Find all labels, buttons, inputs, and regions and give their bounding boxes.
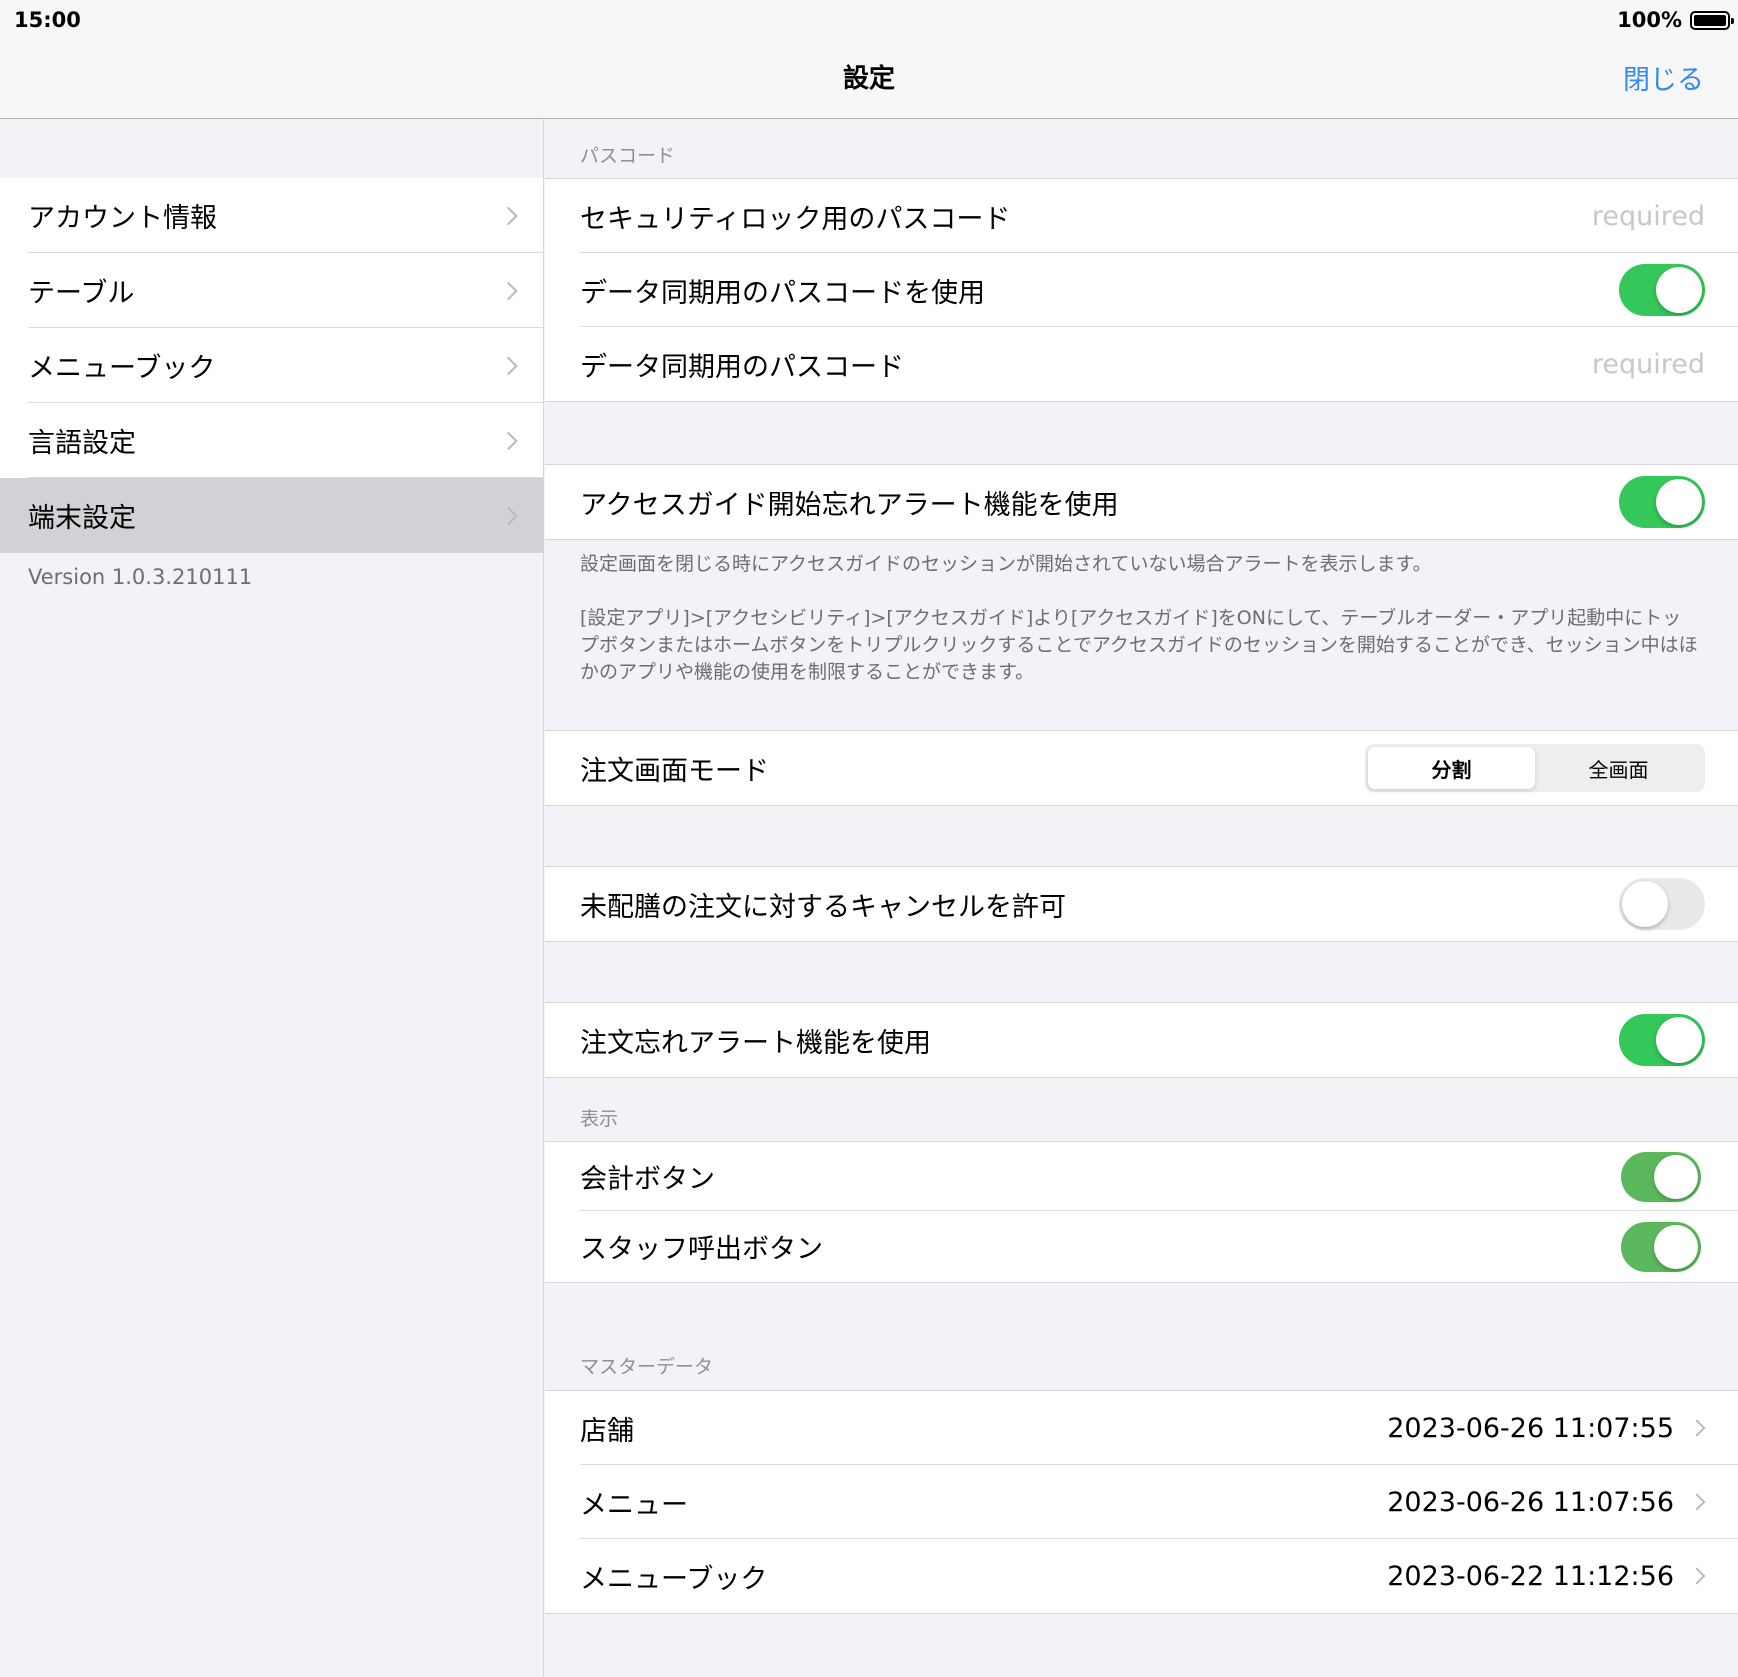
section-header-display: 表示 [580, 1108, 619, 1130]
version-label: Version 1.0.3.210111 [28, 565, 253, 589]
sidebar-item-account[interactable]: アカウント情報 [0, 178, 543, 253]
checkout-button-toggle[interactable] [1621, 1151, 1701, 1202]
row-label: 未配膳の注文に対するキャンセルを許可 [580, 891, 1066, 923]
sidebar-item-menubook[interactable]: メニューブック [0, 328, 543, 403]
access-guide-alert-toggle[interactable] [1619, 476, 1705, 528]
sidebar-list: アカウント情報 テーブル メニューブック 言語設定 端末設定 [0, 178, 543, 553]
navigation-bar: 15:00 100% 設定 閉じる [0, 0, 1738, 119]
sync-passcode-value: required [1591, 348, 1705, 380]
segment-fullscreen[interactable]: 全画面 [1535, 747, 1702, 789]
master-data-menu-row[interactable]: メニュー 2023-06-26 11:07:56 [545, 1465, 1738, 1539]
sync-date: 2023-06-26 11:07:56 [1387, 1486, 1674, 1518]
row-label: スタッフ呼出ボタン [580, 1234, 823, 1265]
master-data-menubook-row[interactable]: メニューブック 2023-06-22 11:12:56 [545, 1539, 1738, 1613]
sidebar-item-device-settings[interactable]: 端末設定 [0, 478, 543, 553]
security-lock-passcode-row[interactable]: セキュリティロック用のパスコード required [545, 179, 1738, 253]
sidebar-item-label: メニューブック [28, 353, 216, 384]
order-alert-toggle[interactable] [1619, 1014, 1705, 1066]
order-alert-row: 注文忘れアラート機能を使用 [545, 1003, 1738, 1077]
row-label: 注文画面モード [580, 755, 769, 787]
sync-passcode-row[interactable]: データ同期用のパスコード required [545, 327, 1738, 401]
master-data-group: 店舗 2023-06-26 11:07:55 メニュー 2023-06-26 1… [545, 1390, 1738, 1614]
checkout-button-row: 会計ボタン [545, 1142, 1738, 1211]
section-header-master-data: マスターデータ [580, 1356, 714, 1378]
access-guide-footer-1: 設定画面を閉じる時にアクセスガイドのセッションが開始されていない場合アラートを表… [580, 553, 1432, 575]
use-sync-passcode-toggle[interactable] [1619, 264, 1705, 316]
settings-detail: パスコード セキュリティロック用のパスコード required データ同期用のパ… [545, 119, 1738, 1677]
access-guide-alert-row: アクセスガイド開始忘れアラート機能を使用 [545, 465, 1738, 539]
cancel-unserved-group: 未配膳の注文に対するキャンセルを許可 [545, 866, 1738, 942]
row-label: データ同期用のパスコードを使用 [580, 277, 985, 309]
chevron-right-icon [499, 206, 518, 225]
row-label: 注文忘れアラート機能を使用 [580, 1027, 931, 1059]
sidebar: アカウント情報 テーブル メニューブック 言語設定 端末設定 Version 1… [0, 119, 544, 1677]
status-time: 15:00 [14, 8, 81, 32]
row-label: セキュリティロック用のパスコード [580, 203, 1011, 235]
chevron-right-icon [499, 281, 518, 300]
passcode-group: セキュリティロック用のパスコード required データ同期用のパスコードを使… [545, 178, 1738, 402]
row-label: メニューブック [580, 1563, 768, 1595]
chevron-right-icon [499, 356, 518, 375]
page-title: 設定 [842, 64, 895, 94]
sidebar-item-label: 端末設定 [28, 503, 136, 534]
chevron-right-icon [499, 431, 518, 450]
access-guide-footer-2: [設定アプリ]>[アクセシビリティ]>[アクセスガイド]より[アクセスガイド]を… [580, 607, 1698, 683]
display-group: 会計ボタン スタッフ呼出ボタン [545, 1141, 1738, 1283]
segment-split[interactable]: 分割 [1368, 747, 1535, 789]
cancel-unserved-toggle[interactable] [1619, 878, 1705, 930]
chevron-right-icon [1688, 1493, 1706, 1511]
sidebar-item-label: アカウント情報 [28, 203, 217, 234]
battery-percentage: 100% [1617, 8, 1682, 32]
use-sync-passcode-row: データ同期用のパスコードを使用 [545, 253, 1738, 327]
row-label: アクセスガイド開始忘れアラート機能を使用 [580, 489, 1119, 521]
row-label: メニュー [580, 1489, 688, 1521]
close-button[interactable]: 閉じる [1623, 58, 1704, 97]
staff-call-button-toggle[interactable] [1621, 1221, 1701, 1272]
section-header-passcode: パスコード [580, 145, 676, 167]
chevron-right-icon [499, 506, 518, 525]
settings-app: 15:00 100% 設定 閉じる アカウント情報 テーブル メニューブック 言… [0, 0, 1738, 1677]
sync-date: 2023-06-26 11:07:55 [1387, 1412, 1674, 1444]
sidebar-item-label: テーブル [28, 278, 135, 309]
staff-call-button-row: スタッフ呼出ボタン [545, 1211, 1738, 1282]
access-guide-group: アクセスガイド開始忘れアラート機能を使用 [545, 464, 1738, 540]
security-lock-passcode-value: required [1591, 200, 1705, 232]
chevron-right-icon [1688, 1567, 1706, 1585]
sidebar-item-table[interactable]: テーブル [0, 253, 543, 328]
row-label: 会計ボタン [580, 1164, 715, 1195]
sync-date: 2023-06-22 11:12:56 [1387, 1560, 1674, 1592]
sidebar-item-label: 言語設定 [28, 428, 136, 459]
master-data-store-row[interactable]: 店舗 2023-06-26 11:07:55 [545, 1391, 1738, 1465]
row-label: データ同期用のパスコード [580, 351, 904, 383]
order-alert-group: 注文忘れアラート機能を使用 [545, 1002, 1738, 1078]
battery-icon [1690, 11, 1734, 30]
order-mode-segmented-control: 分割 全画面 [1365, 744, 1705, 792]
order-mode-group: 注文画面モード 分割 全画面 [545, 730, 1738, 806]
row-label: 店舗 [580, 1415, 634, 1447]
chevron-right-icon [1688, 1419, 1706, 1437]
cancel-unserved-row: 未配膳の注文に対するキャンセルを許可 [545, 867, 1738, 941]
order-mode-row: 注文画面モード 分割 全画面 [545, 731, 1738, 805]
sidebar-item-language[interactable]: 言語設定 [0, 403, 543, 478]
